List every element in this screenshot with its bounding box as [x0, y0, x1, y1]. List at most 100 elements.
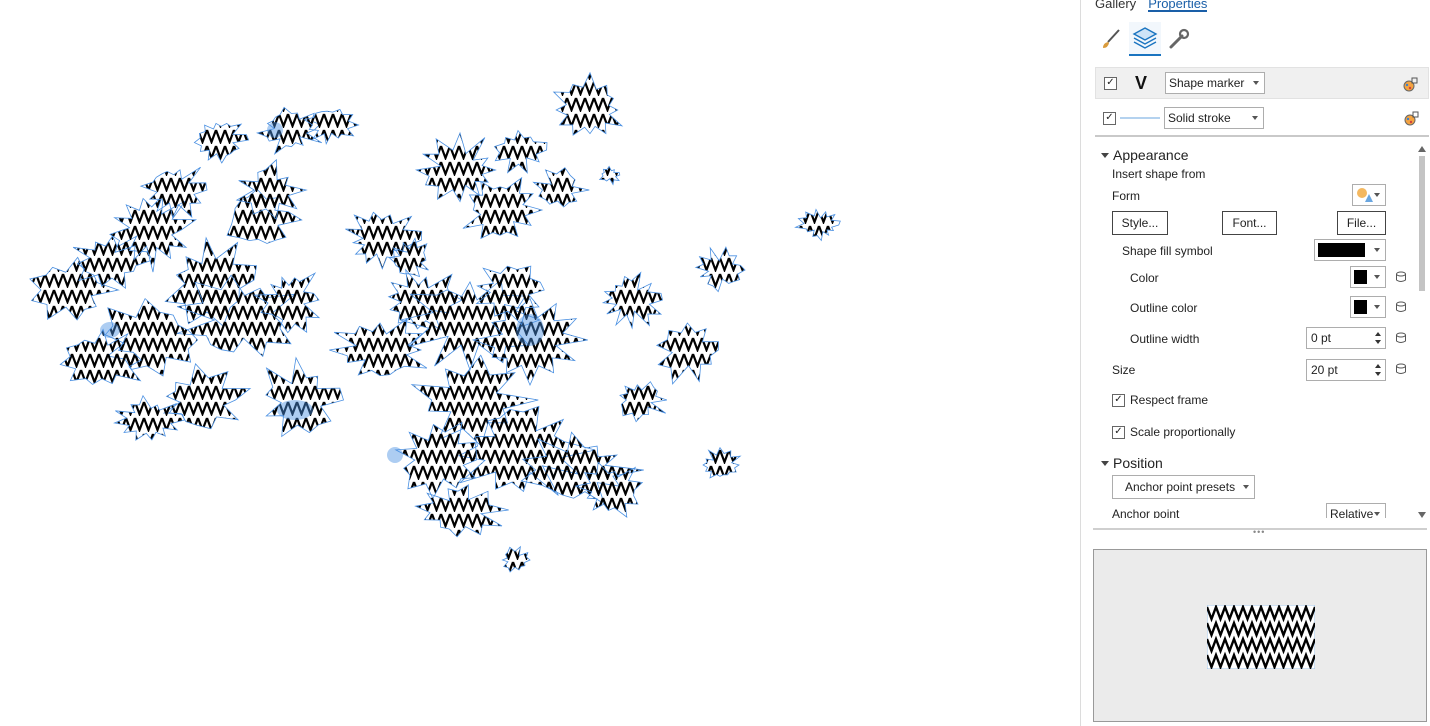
shape-fill-dropdown[interactable] — [1314, 239, 1386, 261]
map-polygon[interactable] — [501, 545, 531, 573]
selected-patch — [277, 400, 313, 420]
outline-width-input[interactable]: 0 pt — [1306, 327, 1386, 349]
map-polygon[interactable] — [702, 446, 742, 479]
map-polygon[interactable] — [619, 381, 668, 423]
selected-patch — [100, 322, 120, 338]
outline-color-dropdown[interactable] — [1350, 296, 1386, 318]
spin-down-icon[interactable] — [1375, 372, 1381, 376]
map-polygon[interactable] — [794, 208, 841, 242]
layers-icon — [1132, 27, 1158, 49]
layer-row-solid-stroke[interactable]: ✓ Solid stroke — [1095, 102, 1429, 134]
outline-width-value: 0 pt — [1311, 331, 1332, 345]
paintbrush-tool[interactable] — [1095, 22, 1127, 56]
color-dropdown[interactable] — [1350, 266, 1386, 288]
chevron-down-icon — [1374, 193, 1380, 197]
size-input[interactable]: 20 pt — [1306, 359, 1386, 381]
color-swatch — [1354, 270, 1367, 284]
layer-type-dropdown[interactable]: Shape marker — [1165, 72, 1265, 94]
map-canvas[interactable] — [0, 0, 1080, 726]
appearance-section-header[interactable]: Appearance — [1101, 147, 1189, 163]
chevron-down-icon — [1374, 512, 1380, 516]
size-label: Size — [1112, 363, 1136, 377]
layer-type-dropdown[interactable]: Solid stroke — [1164, 107, 1264, 129]
anchor-point-value: Relative — [1330, 507, 1374, 518]
map-polygon[interactable] — [255, 106, 323, 155]
anchor-point-label: Anchor point — [1112, 507, 1180, 518]
spin-up-icon[interactable] — [1375, 332, 1381, 336]
outline-color-swatch — [1354, 300, 1367, 314]
anchor-presets-value: Anchor point presets — [1125, 480, 1236, 494]
chevron-down-icon — [1374, 248, 1380, 252]
map-polygons — [29, 71, 841, 573]
attribute-mapping-icon[interactable] — [1395, 332, 1407, 344]
attribute-mapping-icon[interactable] — [1395, 301, 1407, 313]
file-button[interactable]: File... — [1337, 211, 1386, 235]
appearance-title: Appearance — [1113, 147, 1189, 163]
scroll-down-icon[interactable] — [1418, 512, 1426, 518]
chevron-down-icon — [1374, 305, 1380, 309]
size-value: 20 pt — [1311, 363, 1338, 377]
preview-resize-handle[interactable]: ••• — [1093, 524, 1427, 537]
scroll-up-icon[interactable] — [1418, 146, 1426, 152]
selected-patch — [516, 314, 544, 346]
layer-separator — [1095, 135, 1429, 137]
stroke-preview — [1116, 116, 1164, 120]
color-label: Color — [1130, 271, 1159, 285]
color-lock-icon[interactable] — [1402, 77, 1418, 93]
outline-color-label: Outline color — [1130, 301, 1198, 315]
layer-visible-checkbox[interactable]: ✓ — [1104, 76, 1117, 90]
respect-frame-checkbox[interactable]: ✓ — [1112, 393, 1125, 407]
layer-type-value: Solid stroke — [1168, 111, 1231, 125]
color-lock-icon[interactable] — [1403, 111, 1419, 127]
selected-patch — [267, 122, 283, 138]
tab-properties[interactable]: Properties — [1148, 0, 1208, 12]
paintbrush-icon — [1103, 29, 1120, 48]
attribute-mapping-icon[interactable] — [1395, 271, 1407, 283]
scale-proportionally-option[interactable]: ✓ Scale proportionally — [1112, 425, 1235, 439]
fill-swatch — [1318, 243, 1365, 257]
respect-frame-option[interactable]: ✓ Respect frame — [1112, 393, 1208, 407]
line-stroke-icon — [1120, 117, 1160, 119]
chevron-down-icon — [1101, 152, 1109, 158]
chevron-down-icon — [1253, 81, 1259, 85]
tab-gallery[interactable]: Gallery — [1095, 0, 1136, 12]
scrollbar-thumb[interactable] — [1419, 156, 1425, 291]
spin-down-icon[interactable] — [1375, 340, 1381, 344]
map-polygon[interactable] — [552, 71, 624, 136]
spin-up-icon[interactable] — [1375, 364, 1381, 368]
map-polygon[interactable] — [265, 356, 345, 438]
layer-type-value: Shape marker — [1169, 76, 1245, 90]
map-polygon[interactable] — [493, 129, 548, 174]
chevron-down-icon — [1252, 116, 1258, 120]
position-title: Position — [1113, 455, 1163, 471]
position-section-header[interactable]: Position — [1101, 455, 1163, 471]
insert-shape-label: Insert shape from — [1112, 167, 1206, 181]
style-button[interactable]: Style... — [1112, 211, 1168, 235]
symbol-toolbar — [1095, 22, 1195, 56]
selected-patch — [387, 447, 403, 463]
anchor-point-dropdown[interactable]: Relative — [1326, 503, 1386, 518]
font-button[interactable]: Font... — [1222, 211, 1277, 235]
layer-visible-checkbox[interactable]: ✓ — [1103, 111, 1116, 125]
map-polygon[interactable] — [598, 165, 621, 186]
map-polygon[interactable] — [532, 167, 590, 208]
map-polygon[interactable] — [193, 122, 250, 164]
map-polygon[interactable] — [694, 246, 746, 293]
form-dropdown[interactable] — [1352, 184, 1386, 206]
wrench-tool[interactable] — [1163, 22, 1195, 56]
form-label: Form — [1112, 189, 1140, 203]
anchor-presets-dropdown[interactable]: Anchor point presets — [1112, 475, 1255, 499]
layers-tool[interactable] — [1129, 22, 1161, 56]
map-polygon[interactable] — [601, 271, 663, 330]
chevron-down-icon — [1374, 275, 1380, 279]
map-polygon[interactable] — [414, 484, 509, 538]
layer-row-shape-marker[interactable]: ✓ V Shape marker — [1095, 67, 1429, 99]
attribute-mapping-icon[interactable] — [1395, 363, 1407, 375]
map-polygon[interactable] — [329, 318, 428, 377]
properties-scrollbar[interactable] — [1417, 146, 1427, 518]
map-polygon[interactable] — [113, 394, 186, 441]
properties-scroll-area[interactable]: Appearance Insert shape from Form Style.… — [1095, 140, 1420, 518]
scale-proportionally-checkbox[interactable]: ✓ — [1112, 425, 1125, 439]
shape-fill-symbol-label: Shape fill symbol — [1122, 244, 1213, 258]
map-polygon[interactable] — [655, 322, 719, 385]
